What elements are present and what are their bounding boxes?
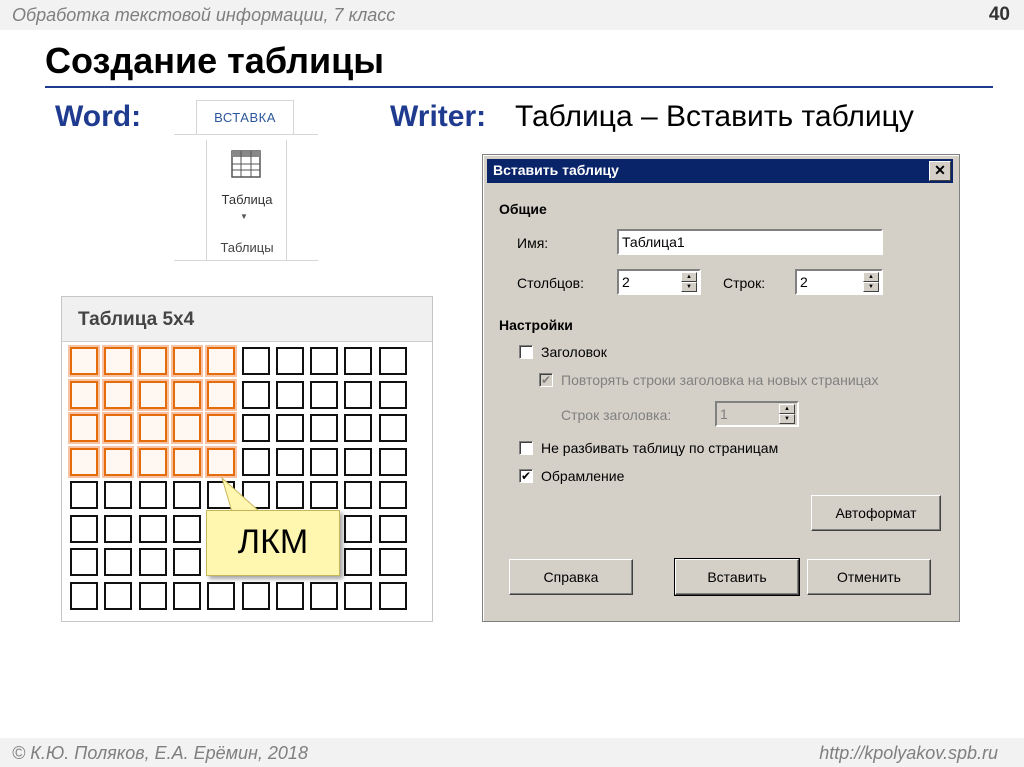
- footer-authors: © К.Ю. Поляков, Е.А. Ерёмин, 2018: [12, 743, 308, 763]
- heading-rows-stepper[interactable]: 1 ▲ ▼: [715, 401, 799, 427]
- spin-up-icon[interactable]: ▲: [681, 272, 697, 282]
- rows-label: Строк:: [723, 275, 766, 291]
- slide-footer: © К.Ю. Поляков, Е.А. Ерёмин, 2018 http:/…: [0, 738, 1024, 767]
- section-settings: Настройки: [499, 317, 573, 333]
- help-button[interactable]: Справка: [509, 559, 633, 595]
- dialog-title: Вставить таблицу: [493, 162, 619, 178]
- spin-down-icon[interactable]: ▼: [681, 282, 697, 292]
- callout-text: ЛКМ: [237, 523, 309, 561]
- heading-checkbox[interactable]: [519, 345, 533, 359]
- repeat-heading-checkbox[interactable]: ✔: [539, 373, 553, 387]
- rows-stepper[interactable]: 2 ▲ ▼: [795, 269, 883, 295]
- columns-label: Столбцов:: [517, 275, 585, 291]
- spin-down-icon[interactable]: ▼: [863, 282, 879, 292]
- repeat-heading-label: Повторять строки заголовка на новых стра…: [561, 372, 879, 388]
- no-split-checkbox[interactable]: [519, 441, 533, 455]
- rows-spin[interactable]: ▲ ▼: [863, 272, 879, 292]
- heading-label: Заголовок: [541, 344, 607, 360]
- heading-rows-value: 1: [720, 406, 728, 422]
- spin-down-icon[interactable]: ▼: [779, 414, 795, 424]
- columns-spin[interactable]: ▲ ▼: [681, 272, 697, 292]
- dialog-titlebar: Вставить таблицу ✕: [487, 159, 953, 183]
- close-icon[interactable]: ✕: [929, 161, 951, 181]
- lkm-callout: ЛКМ: [206, 510, 340, 576]
- heading-rows-spin[interactable]: ▲ ▼: [779, 404, 795, 424]
- columns-value: 2: [622, 274, 630, 290]
- columns-stepper[interactable]: 2 ▲ ▼: [617, 269, 701, 295]
- name-label: Имя:: [517, 235, 549, 251]
- insert-table-dialog: Вставить таблицу ✕ Общие Имя: Таблица1 С…: [482, 154, 960, 622]
- border-checkbox[interactable]: ✔: [519, 469, 533, 483]
- section-general: Общие: [499, 201, 547, 217]
- heading-rows-label: Строк заголовка:: [561, 407, 672, 423]
- no-split-label: Не разбивать таблицу по страницам: [541, 440, 779, 456]
- footer-url[interactable]: http://kpolyakov.spb.ru: [819, 743, 998, 764]
- border-label: Обрамление: [541, 468, 625, 484]
- rows-value: 2: [800, 274, 808, 290]
- spin-up-icon[interactable]: ▲: [779, 404, 795, 414]
- cancel-button[interactable]: Отменить: [807, 559, 931, 595]
- name-field[interactable]: Таблица1: [617, 229, 883, 255]
- autoformat-button[interactable]: Автоформат: [811, 495, 941, 531]
- spin-up-icon[interactable]: ▲: [863, 272, 879, 282]
- insert-button[interactable]: Вставить: [674, 558, 800, 596]
